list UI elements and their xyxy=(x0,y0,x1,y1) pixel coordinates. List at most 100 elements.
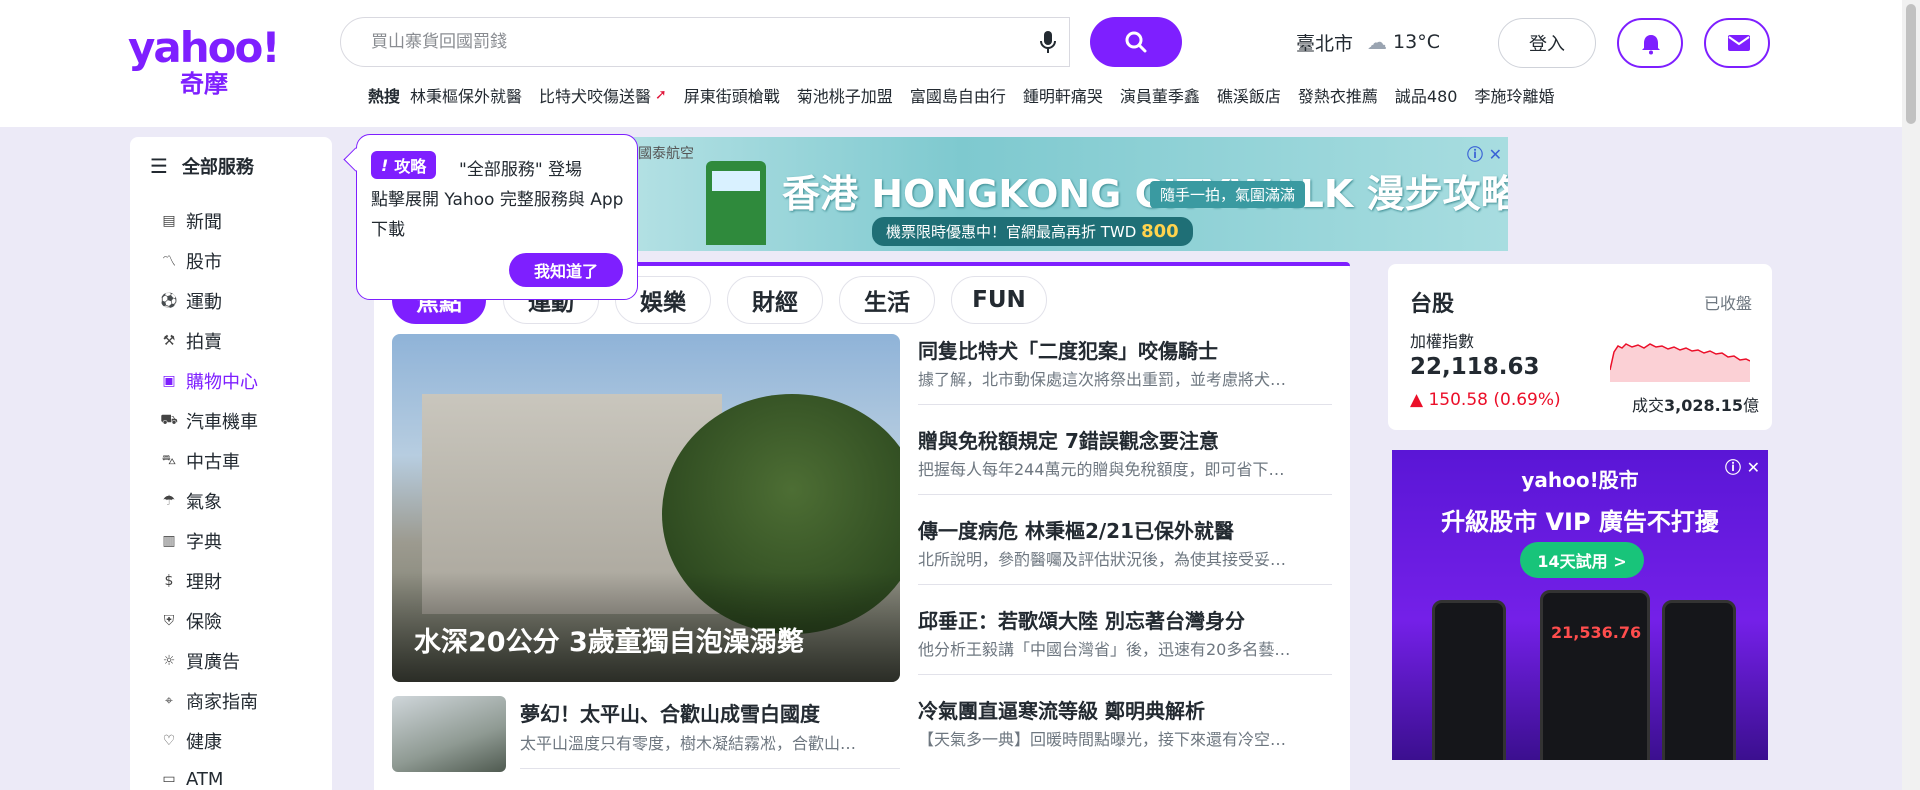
sidebar-item-label: 新聞 xyxy=(186,212,222,233)
trending-item[interactable]: 誠品480 xyxy=(1395,83,1458,107)
book-icon: ▥ xyxy=(162,533,176,549)
tooltip-line2: 點擊展開 Yahoo 完整服務與 App下載 xyxy=(371,190,624,240)
stock-title: 台股 xyxy=(1410,292,1455,317)
used-car-icon: ⛍ xyxy=(161,452,177,468)
tab-finance[interactable]: 財經 xyxy=(727,276,823,324)
ball-icon: ⚽ xyxy=(160,293,178,309)
sidebar-item-stocks[interactable]: 〽股市 xyxy=(160,249,222,273)
logo-wordmark: yahoo! xyxy=(128,23,280,72)
news-summary: 北所說明，參酌醫囑及評估狀況後，為使其接受妥… xyxy=(918,550,1287,569)
news-title: 冷氣團直逼寒流等級 鄭明典解析 xyxy=(918,699,1205,723)
sidebar-item-finance[interactable]: $ 理財 xyxy=(160,569,222,593)
page-scrollbar[interactable] xyxy=(1902,0,1920,790)
search-button[interactable] xyxy=(1090,17,1182,67)
news-title: 夢幻！太平山、合歡山成雪白國度 xyxy=(520,702,820,726)
trending-item[interactable]: 李施玲離婚 xyxy=(1474,83,1554,107)
all-services-tooltip: ! 攻略 "全部服務" 登場 點擊展開 Yahoo 完整服務與 App下載 我知道… xyxy=(356,134,638,300)
banner-ad[interactable]: 國泰航空 香港 HONGKONG CITYWALK 漫步攻略 隨手一拍，氣圍滿滿… xyxy=(596,137,1508,251)
divider xyxy=(918,584,1332,585)
hamburger-icon: ☰ xyxy=(150,154,168,178)
phone-illustration xyxy=(1432,600,1506,760)
stock-widget[interactable]: 台股 已收盤 加權指數 22,118.63 ▲ 150.58 (0.69%) 成… xyxy=(1388,264,1772,430)
gavel-icon: ⚒ xyxy=(162,333,176,349)
sidebar-item-local[interactable]: ⌖ 商家指南 xyxy=(160,689,258,713)
sidebar-item-news[interactable]: ▤ 新聞 xyxy=(160,209,222,233)
trending-item[interactable]: 屏東街頭槍戰 xyxy=(684,83,780,107)
news-item[interactable]: 同隻比特犬「二度犯案」咬傷騎士 據了解，北市動保處這次將祭出重罰，並考慮將犬… xyxy=(918,338,1332,405)
banner-offer-text: 機票限時優惠中！官網最高再折 TWD xyxy=(886,223,1137,241)
atm-icon: ▭ xyxy=(162,771,176,787)
index-value: 22,118.63 xyxy=(1410,354,1540,380)
trending-item[interactable]: 林秉樞保外就醫 xyxy=(410,83,522,107)
mail-button[interactable] xyxy=(1704,18,1770,68)
news-item[interactable]: 冷氣團直逼寒流等級 鄭明典解析 【天氣多一典】回暖時間點曝光，接下來還有冷空… xyxy=(918,698,1332,750)
sidebar-item-label: 理財 xyxy=(186,572,222,593)
sidebar-item-weather[interactable]: ☂ 氣象 xyxy=(160,489,222,513)
hero-story[interactable]: 水深20公分 3歲童獨自泡澡溺斃 xyxy=(392,334,900,682)
sidebar-item-label: 字典 xyxy=(186,532,222,553)
news-item[interactable]: 贈與免稅額規定 7錯誤觀念要注意 把握每人每年244萬元的贈與免稅額度，即可省下… xyxy=(918,428,1332,495)
divider xyxy=(520,768,900,769)
divider xyxy=(918,674,1332,675)
news-title: 同隻比特犬「二度犯案」咬傷騎士 xyxy=(918,339,1218,363)
sidebar-item-auction[interactable]: ⚒ 拍賣 xyxy=(160,329,222,353)
trending-item[interactable]: 富國島自由行 xyxy=(910,83,1006,107)
sidebar-item-used-cars[interactable]: ⛍ 中古車 xyxy=(160,449,240,473)
scrollbar-thumb[interactable] xyxy=(1906,4,1916,124)
phone-illustration xyxy=(1662,600,1736,760)
sidebar-item-label: 購物中心 xyxy=(186,372,258,393)
sidebar-item-shopping[interactable]: ▣ 購物中心 xyxy=(160,369,258,393)
index-label: 加權指數 xyxy=(1410,332,1475,351)
sidebar-item-label: 汽車機車 xyxy=(186,412,258,433)
tab-fun[interactable]: FUN xyxy=(951,276,1047,324)
login-button[interactable]: 登入 xyxy=(1498,18,1596,68)
news-summary: 太平山溫度只有零度，樹木凝結霧凇，合歡山… xyxy=(520,734,857,753)
microphone-icon[interactable] xyxy=(1040,30,1064,56)
sidebar-item-dictionary[interactable]: ▥ 字典 xyxy=(160,529,222,553)
sidebar-item-advertise[interactable]: ☼ 買廣告 xyxy=(160,649,240,673)
notification-button[interactable] xyxy=(1617,18,1683,68)
news-title: 贈與免稅額規定 7錯誤觀念要注意 xyxy=(918,429,1219,453)
tooltip-badge: ! 攻略 xyxy=(371,151,437,179)
volume-value: 3,028.15 xyxy=(1664,396,1743,415)
money-icon: $ xyxy=(164,573,174,589)
sidebar-item-label: 運動 xyxy=(186,292,222,313)
weather-widget[interactable]: 臺北市 ☁ 13°C xyxy=(1296,28,1440,56)
trending-item[interactable]: 演員董季鑫 xyxy=(1120,83,1200,107)
vip-ad[interactable]: ⓘ ✕ yahoo!股市 升級股市 VIP 廣告不打擾 14天試用 > 21,5… xyxy=(1392,450,1768,760)
tram-illustration xyxy=(706,161,766,245)
shopping-bag-icon: ▣ xyxy=(162,373,176,389)
news-summary: 【天氣多一典】回暖時間點曝光，接下來還有冷空… xyxy=(918,730,1287,749)
sidebar-item-health[interactable]: ♡ 健康 xyxy=(160,729,222,753)
trending-item[interactable]: 發熱衣推薦 xyxy=(1298,83,1378,107)
search-input[interactable] xyxy=(371,26,1031,58)
search-icon xyxy=(1125,31,1147,53)
divider xyxy=(918,494,1332,495)
tab-lifestyle[interactable]: 生活 xyxy=(839,276,935,324)
vip-trial-button[interactable]: 14天試用 > xyxy=(1520,542,1644,578)
banner-tag: 隨手一拍，氣圍滿滿 xyxy=(1150,181,1306,208)
all-services-button[interactable]: ☰ 全部服務 xyxy=(142,151,254,181)
trending-item[interactable]: 菊池桃子加盟 xyxy=(797,83,893,107)
volume-unit: 億 xyxy=(1742,396,1759,415)
sidebar-item-label: ATM xyxy=(186,768,224,790)
sidebar-item-insurance[interactable]: ⛨ 保險 xyxy=(160,609,222,633)
megaphone-icon: ☼ xyxy=(162,653,176,669)
news-item[interactable]: 邱垂正：若歌頌大陸 別忘著台灣身分 他分析王毅講「中國台灣省」後，迅速有20多名… xyxy=(918,608,1332,675)
sidebar-item-atm[interactable]: ▭ ATM xyxy=(160,767,223,790)
sidebar-item-label: 氣象 xyxy=(186,492,222,513)
trending-item[interactable]: 比特犬咬傷送醫 ➚ xyxy=(539,83,667,107)
ad-close-icon[interactable]: ⓘ ✕ xyxy=(1467,141,1502,165)
sidebar-item-label: 拍賣 xyxy=(186,332,222,353)
sidebar-item-autos[interactable]: ⛟ 汽車機車 xyxy=(160,409,258,433)
news-title: 邱垂正：若歌頌大陸 別忘著台灣身分 xyxy=(918,609,1245,633)
sidebar-item-sports[interactable]: ⚽ 運動 xyxy=(160,289,222,313)
news-item[interactable]: 傳一度病危 林秉樞2/21已保外就醫 北所說明，參酌醫囑及評估狀況後，為使其接受… xyxy=(918,518,1332,585)
news-title: 傳一度病危 林秉樞2/21已保外就醫 xyxy=(918,519,1235,543)
trending-item[interactable]: 礁溪飯店 xyxy=(1217,83,1281,107)
trending-item[interactable]: 鍾明軒痛哭 xyxy=(1023,83,1103,107)
got-it-button[interactable]: 我知道了 xyxy=(509,253,623,287)
weather-city: 臺北市 xyxy=(1296,32,1354,55)
sidebar-item-label: 股市 xyxy=(186,252,222,273)
yahoo-logo[interactable]: yahoo! 奇摩 xyxy=(128,23,288,99)
